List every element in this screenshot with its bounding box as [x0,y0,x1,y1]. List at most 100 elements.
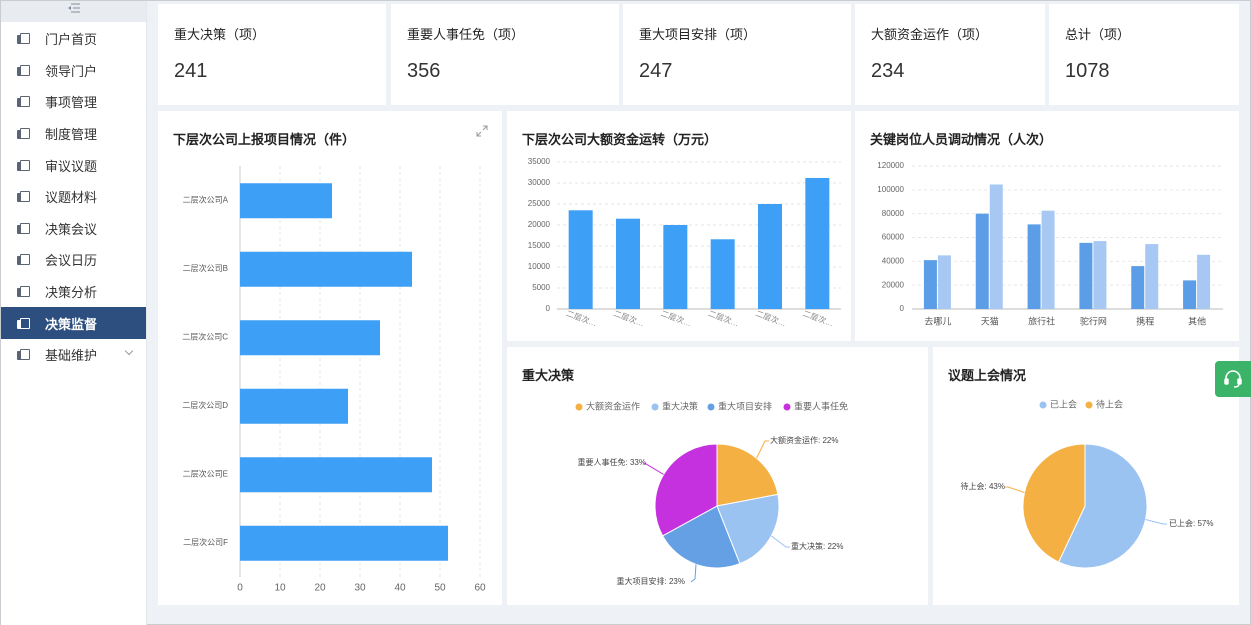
y-tick-label: 60000 [882,233,905,242]
stat-card: 大额资金运作（项） 234 [855,4,1045,105]
bar [240,320,380,356]
funds-panel: 下层次公司大额资金运转（万元） 0 5000 10000 15000 20000 2500… [507,111,851,341]
x-tick-label: 二层次… [707,308,740,328]
sidebar-item[interactable]: 领导门户 [1,55,146,87]
y-tick-label: 0 [900,304,905,313]
sidebar-item[interactable]: 制度管理 [1,118,146,150]
label-line [1005,486,1025,493]
legend-label: 重大项目安排 [718,400,772,411]
decisions-chart: 大额资金运作 重大决策 重大项目安排 重要人事任免大额资金运作: 22% 重大决策: 2… [575,400,848,586]
sidebar-item[interactable]: 事项管理 [1,86,146,118]
legend-marker [651,403,659,411]
x-tick-label: 驼行网 [1080,315,1107,326]
sidebar-item[interactable]: 门户首页 [1,23,146,55]
legend-label: 已上会 [1050,398,1077,409]
legend-marker [575,403,583,411]
x-tick-label: 二层次… [754,308,787,328]
y-tick-label: 二层次公司E [183,468,228,478]
label-line [643,462,664,475]
sidebar-item[interactable]: 基础维护 [1,339,146,371]
slice-label: 已上会: 57% [1169,518,1213,528]
x-tick-label: 10 [274,583,286,594]
y-tick-label: 二层次公司C [182,331,228,341]
projects-chart: 0 10 20 30 40 50 60 二层次公司A 二层次公司B 二层次公司C 二层次公司D 二层次… [182,166,486,594]
stat-value: 247 [639,60,673,82]
y-tick-label: 40000 [882,256,905,265]
slice-label: 大额资金运作: 22% [770,435,838,445]
sidebar-item-label: 事项管理 [45,95,98,111]
topics-panel: 议题上会情况 已上会 待上会 已上会: 57% 待上会: 43% [933,347,1239,605]
stat-title: 重要人事任免（项） [407,27,525,42]
x-tick-label: 20 [314,583,326,594]
bar [240,388,348,424]
sidebar-item-label: 门户首页 [45,32,98,48]
help-button[interactable] [1215,361,1251,397]
sidebar-item-label: 基础维护 [45,348,98,364]
y-tick-label: 120000 [877,161,904,170]
bar [975,213,989,309]
bar [240,525,448,561]
x-tick-label: 二层次… [612,308,645,328]
legend-marker [1039,401,1047,409]
x-tick-label: 天猫 [981,315,999,326]
legend-label: 待上会 [1096,398,1123,409]
stat-title: 总计（项） [1065,27,1131,42]
x-tick-label: 二层次… [802,308,835,328]
legend-marker [707,403,715,411]
sidebar-item-label: 领导门户 [45,63,98,79]
doc-icon [17,191,30,203]
sidebar-item[interactable]: 审议议题 [1,149,146,181]
bar [1027,224,1041,309]
bar [923,260,937,309]
sidebar-item-label: 议题材料 [45,190,98,206]
projects-panel: 下层次公司上报项目情况（件） 0 10 20 30 40 50 60 二层次公司A 二层次公司B… [158,111,502,605]
x-tick-label: 去哪儿 [924,315,951,326]
y-tick-label: 二层次公司A [183,194,229,204]
y-tick-label: 二层次公司D [182,400,228,410]
y-tick-label: 10000 [528,262,551,271]
stat-value: 1078 [1065,60,1110,82]
sidebar-item[interactable]: 决策分析 [1,276,146,308]
stat-card: 总计（项） 1078 [1049,4,1239,105]
bar [240,183,332,219]
x-tick-label: 30 [354,583,366,594]
slice-label: 重大决策: 22% [791,541,843,551]
x-tick-label: 二层次… [660,308,693,328]
x-tick-label: 二层次… [565,308,598,328]
doc-icon [17,349,30,361]
y-tick-label: 5000 [532,283,550,292]
bar [616,218,640,309]
sidebar-item-label: 决策分析 [45,285,98,301]
x-tick-label: 携程 [1136,315,1154,326]
y-tick-label: 二层次公司B [183,263,228,273]
bar [989,184,1003,309]
x-tick-label: 旅行社 [1028,315,1055,326]
sidebar-item[interactable]: 议题材料 [1,181,146,213]
doc-icon [17,317,30,329]
bar [758,204,782,309]
bar [1131,266,1145,309]
stat-value: 241 [174,60,208,82]
stat-value: 356 [407,60,441,82]
stat-title: 大额资金运作（项） [871,27,989,42]
doc-icon [17,254,30,266]
bar [240,251,412,287]
staff-panel: 关键岗位人员调动情况（人次） 0 20000 40000 60000 80000 1000… [855,111,1239,341]
sidebar-item[interactable]: 会议日历 [1,244,146,276]
y-tick-label: 15000 [528,241,551,250]
y-tick-label: 20000 [882,280,905,289]
sidebar-item-label: 会议日历 [45,253,98,269]
bar [1093,241,1107,309]
funds-chart: 0 5000 10000 15000 20000 25000 30000 35000 二层次… 二… [528,157,841,328]
sidebar-item[interactable]: 决策会议 [1,213,146,245]
y-tick-label: 100000 [877,185,904,194]
doc-icon [17,286,30,298]
x-tick-label: 50 [434,583,446,594]
slice-label: 重大项目安排: 23% [617,576,685,586]
doc-icon [17,222,30,234]
doc-icon [17,128,30,140]
menu-fold-icon[interactable] [1,1,146,22]
sidebar-item[interactable]: 决策监督 [1,307,146,339]
headset-icon [1224,370,1242,388]
bar [1145,244,1159,309]
